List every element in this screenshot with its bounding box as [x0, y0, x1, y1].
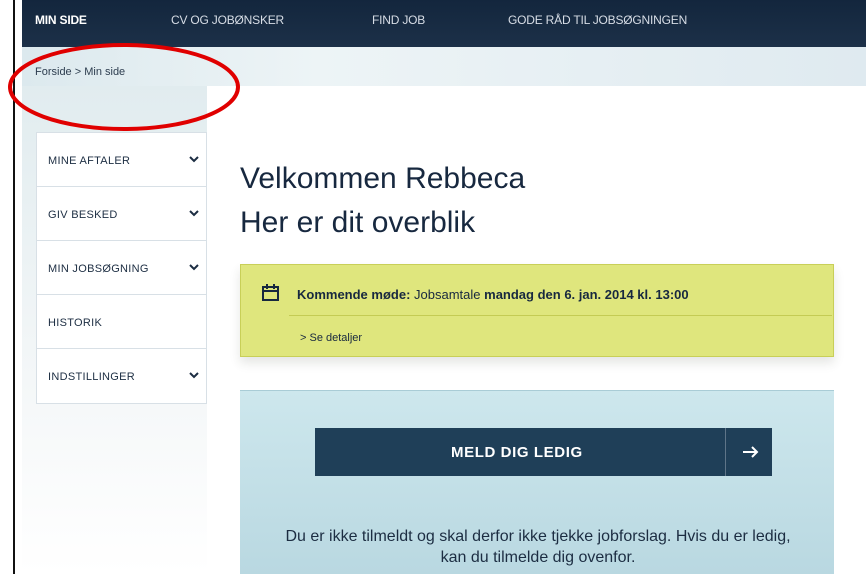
sidebar-item-mine-aftaler[interactable]: MINE AFTALER: [37, 133, 206, 187]
breadcrumb-band: [22, 47, 866, 86]
sidebar-item-min-jobsogning[interactable]: MIN JOBSØGNING: [37, 241, 206, 295]
sidebar-item-label: HISTORIK: [48, 317, 103, 329]
sidebar-item-label: GIV BESKED: [48, 209, 118, 221]
top-nav-item-gode-raad[interactable]: GODE RÅD TIL JOBSØGNINGEN: [508, 13, 687, 27]
sidebar-item-label: MINE AFTALER: [48, 155, 131, 167]
page-title: Velkommen Rebbeca: [240, 162, 526, 196]
breadcrumb[interactable]: Forside > Min side: [35, 66, 125, 78]
meeting-summary: Kommende møde: Jobsamtale mandag den 6. …: [297, 287, 689, 302]
calendar-icon: [261, 283, 280, 302]
meeting-label: Kommende møde:: [297, 287, 411, 302]
chevron-down-icon: [188, 261, 200, 273]
left-border-line: [13, 0, 15, 574]
chevron-down-icon: [188, 153, 200, 165]
sidebar-item-label: MIN JOBSØGNING: [48, 263, 149, 275]
sidebar-item-label: INDSTILLINGER: [48, 371, 136, 383]
arrow-right-icon: [742, 444, 760, 460]
signup-notice: Du er ikke tilmeldt og skal derfor ikke …: [285, 528, 791, 566]
chevron-down-icon: [188, 369, 200, 381]
sidebar-item-historik[interactable]: HISTORIK: [37, 295, 206, 349]
top-nav-item-min-side[interactable]: MIN SIDE: [35, 13, 87, 27]
top-navigation: MIN SIDE CV OG JOBØNSKER FIND JOB GODE R…: [22, 0, 866, 47]
upcoming-meeting-card: Kommende møde: Jobsamtale mandag den 6. …: [240, 264, 834, 357]
meeting-divider: [289, 315, 832, 316]
see-details-link[interactable]: > Se detaljer: [300, 332, 362, 344]
signup-panel: MELD DIG LEDIG Du er ikke tilmeldt og sk…: [240, 390, 834, 574]
register-unemployed-button[interactable]: MELD DIG LEDIG: [315, 428, 772, 476]
page-subtitle: Her er dit overblik: [240, 205, 476, 239]
sidebar-item-giv-besked[interactable]: GIV BESKED: [37, 187, 206, 241]
screenshot-page: MIN SIDE CV OG JOBØNSKER FIND JOB GODE R…: [0, 0, 866, 574]
register-unemployed-button-label: MELD DIG LEDIG: [451, 444, 583, 461]
top-nav-item-find-job[interactable]: FIND JOB: [372, 13, 425, 27]
button-divider: [725, 428, 726, 476]
meeting-type: Jobsamtale: [414, 287, 481, 302]
sidebar-navigation: MINE AFTALER GIV BESKED MIN JOBSØGNING H…: [36, 132, 207, 404]
top-nav-item-cv-og-jobonsker[interactable]: CV OG JOBØNSKER: [171, 13, 284, 27]
sidebar-item-indstillinger[interactable]: INDSTILLINGER: [37, 349, 206, 403]
chevron-down-icon: [188, 207, 200, 219]
meeting-date-time: mandag den 6. jan. 2014 kl. 13:00: [484, 287, 689, 302]
